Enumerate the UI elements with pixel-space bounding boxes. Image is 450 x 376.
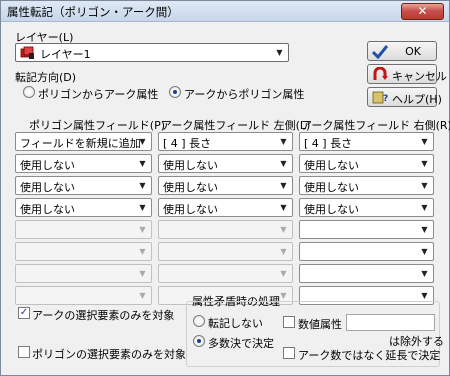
radio-polygon-to-arc-label: ポリゴンからアーク属性 bbox=[38, 88, 159, 101]
chevron-down-icon: ▼ bbox=[139, 269, 146, 278]
polygon-field-dropdown[interactable]: ▼ bbox=[15, 242, 152, 261]
radio-no-transfer[interactable] bbox=[193, 315, 205, 327]
polygon-field-dropdown[interactable]: 使用しない ▼ bbox=[15, 154, 152, 173]
chevron-down-icon: ▼ bbox=[421, 247, 428, 256]
decide-by-length-label: アーク数ではなく延長で決定 bbox=[298, 349, 441, 362]
arc-right-field-dropdown[interactable]: ▼ bbox=[299, 242, 434, 261]
arc-left-field-dropdown[interactable]: 使用しない ▼ bbox=[158, 154, 293, 173]
chevron-down-icon: ▼ bbox=[421, 181, 428, 190]
chevron-down-icon: ▼ bbox=[280, 159, 287, 168]
numeric-attribute-label: 数値属性 bbox=[298, 318, 342, 331]
chevron-down-icon: ▼ bbox=[280, 269, 287, 278]
help-button[interactable]: ? ヘルプ(H) bbox=[367, 87, 442, 107]
arc-left-field-dropdown[interactable]: 使用しない ▼ bbox=[158, 198, 293, 217]
arc-right-field-dropdown[interactable]: 使用しない ▼ bbox=[299, 198, 434, 217]
chevron-down-icon: ▼ bbox=[280, 225, 287, 234]
numeric-attribute-checkbox[interactable] bbox=[283, 316, 295, 328]
arc-left-field-dropdown[interactable]: 使用しない ▼ bbox=[158, 176, 293, 195]
chevron-down-icon: ▼ bbox=[139, 247, 146, 256]
polygon-field-dropdown[interactable]: ▼ bbox=[15, 264, 152, 283]
chevron-down-icon: ▼ bbox=[421, 159, 428, 168]
arc-right-field-dropdown[interactable]: 使用しない ▼ bbox=[299, 176, 434, 195]
chevron-down-icon: ▼ bbox=[139, 181, 146, 190]
chevron-down-icon: ▼ bbox=[276, 48, 283, 57]
cancel-button[interactable]: キャンセル bbox=[367, 64, 447, 84]
ok-button[interactable]: OK bbox=[367, 41, 437, 61]
direction-label: 転記方向(D) bbox=[15, 71, 77, 84]
radio-arc-to-polygon[interactable] bbox=[169, 86, 181, 98]
polygon-selected-only-label: ポリゴンの選択要素のみを対象 bbox=[32, 348, 186, 361]
chevron-down-icon: ▼ bbox=[280, 137, 287, 146]
arc-left-field-dropdown[interactable]: [ 4 ] 長さ ▼ bbox=[158, 132, 293, 151]
polygon-field-dropdown[interactable]: ▼ bbox=[15, 220, 152, 239]
cancel-label: キャンセル bbox=[392, 70, 447, 83]
arc-left-field-header: アーク属性フィールド 左側(L) bbox=[161, 119, 311, 132]
radio-arc-to-polygon-label: アークからポリゴン属性 bbox=[184, 88, 305, 101]
polygon-field-dropdown[interactable]: フィールドを新規に追加 ▼ bbox=[15, 132, 152, 151]
chevron-down-icon: ▼ bbox=[139, 203, 146, 212]
arc-selected-only-label: アークの選択要素のみを対象 bbox=[32, 309, 175, 322]
arc-left-field-dropdown[interactable]: ▼ bbox=[158, 264, 293, 283]
polygon-field-dropdown[interactable]: 使用しない ▼ bbox=[15, 198, 152, 217]
arc-right-field-dropdown[interactable]: [ 4 ] 長さ ▼ bbox=[299, 132, 434, 151]
chevron-down-icon: ▼ bbox=[421, 225, 428, 234]
polygon-field-header: ポリゴン属性フィールド(P) bbox=[29, 119, 165, 132]
radio-majority[interactable] bbox=[193, 335, 205, 347]
window-title: 属性転記（ポリゴン・アーク間） bbox=[7, 5, 179, 19]
chevron-down-icon: ▼ bbox=[139, 225, 146, 234]
radio-no-transfer-label: 転記しない bbox=[208, 317, 263, 330]
help-label: ヘルプ(H) bbox=[392, 93, 442, 106]
arc-right-field-dropdown[interactable]: 使用しない ▼ bbox=[299, 154, 434, 173]
decide-by-length-checkbox[interactable] bbox=[283, 347, 295, 359]
arc-left-field-dropdown[interactable]: ▼ bbox=[158, 242, 293, 261]
polygon-field-dropdown[interactable]: 使用しない ▼ bbox=[15, 176, 152, 195]
chevron-down-icon: ▼ bbox=[139, 159, 146, 168]
arc-right-field-dropdown[interactable]: ▼ bbox=[299, 264, 434, 283]
chevron-down-icon: ▼ bbox=[421, 137, 428, 146]
ok-label: OK bbox=[405, 45, 421, 58]
arc-right-field-header: アーク属性フィールド 右側(R) bbox=[301, 119, 450, 132]
arc-right-field-dropdown[interactable]: ▼ bbox=[299, 220, 434, 239]
chevron-down-icon: ▼ bbox=[139, 291, 146, 300]
checkmark-icon bbox=[372, 45, 388, 59]
svg-text:?: ? bbox=[383, 94, 388, 104]
layer-value: レイヤー1 bbox=[40, 48, 91, 61]
polygon-selected-only-checkbox[interactable] bbox=[18, 346, 30, 358]
radio-polygon-to-arc[interactable] bbox=[23, 86, 35, 98]
arc-selected-only-checkbox[interactable]: ✓ bbox=[18, 307, 30, 319]
help-icon: ? bbox=[372, 91, 388, 104]
close-button[interactable]: ✕ bbox=[401, 3, 444, 20]
arc-left-field-dropdown[interactable]: ▼ bbox=[158, 220, 293, 239]
chevron-down-icon: ▼ bbox=[139, 137, 146, 146]
chevron-down-icon: ▼ bbox=[421, 203, 428, 212]
chevron-down-icon: ▼ bbox=[421, 269, 428, 278]
radio-majority-label: 多数決で決定 bbox=[208, 337, 274, 350]
chevron-down-icon: ▼ bbox=[280, 181, 287, 190]
chevron-down-icon: ▼ bbox=[280, 247, 287, 256]
cancel-arrow-icon bbox=[373, 67, 388, 80]
layer-icon bbox=[20, 46, 34, 59]
dialog-window: 属性転記（ポリゴン・アーク間） ✕ レイヤー(L) レイヤー1 ▼ 転記方向(D… bbox=[0, 0, 450, 376]
numeric-attribute-input[interactable] bbox=[346, 314, 435, 331]
title-bar: 属性転記（ポリゴン・アーク間） ✕ bbox=[1, 1, 449, 22]
chevron-down-icon: ▼ bbox=[280, 203, 287, 212]
layer-dropdown[interactable]: レイヤー1 ▼ bbox=[15, 43, 289, 62]
polygon-field-dropdown[interactable]: ▼ bbox=[15, 286, 152, 305]
